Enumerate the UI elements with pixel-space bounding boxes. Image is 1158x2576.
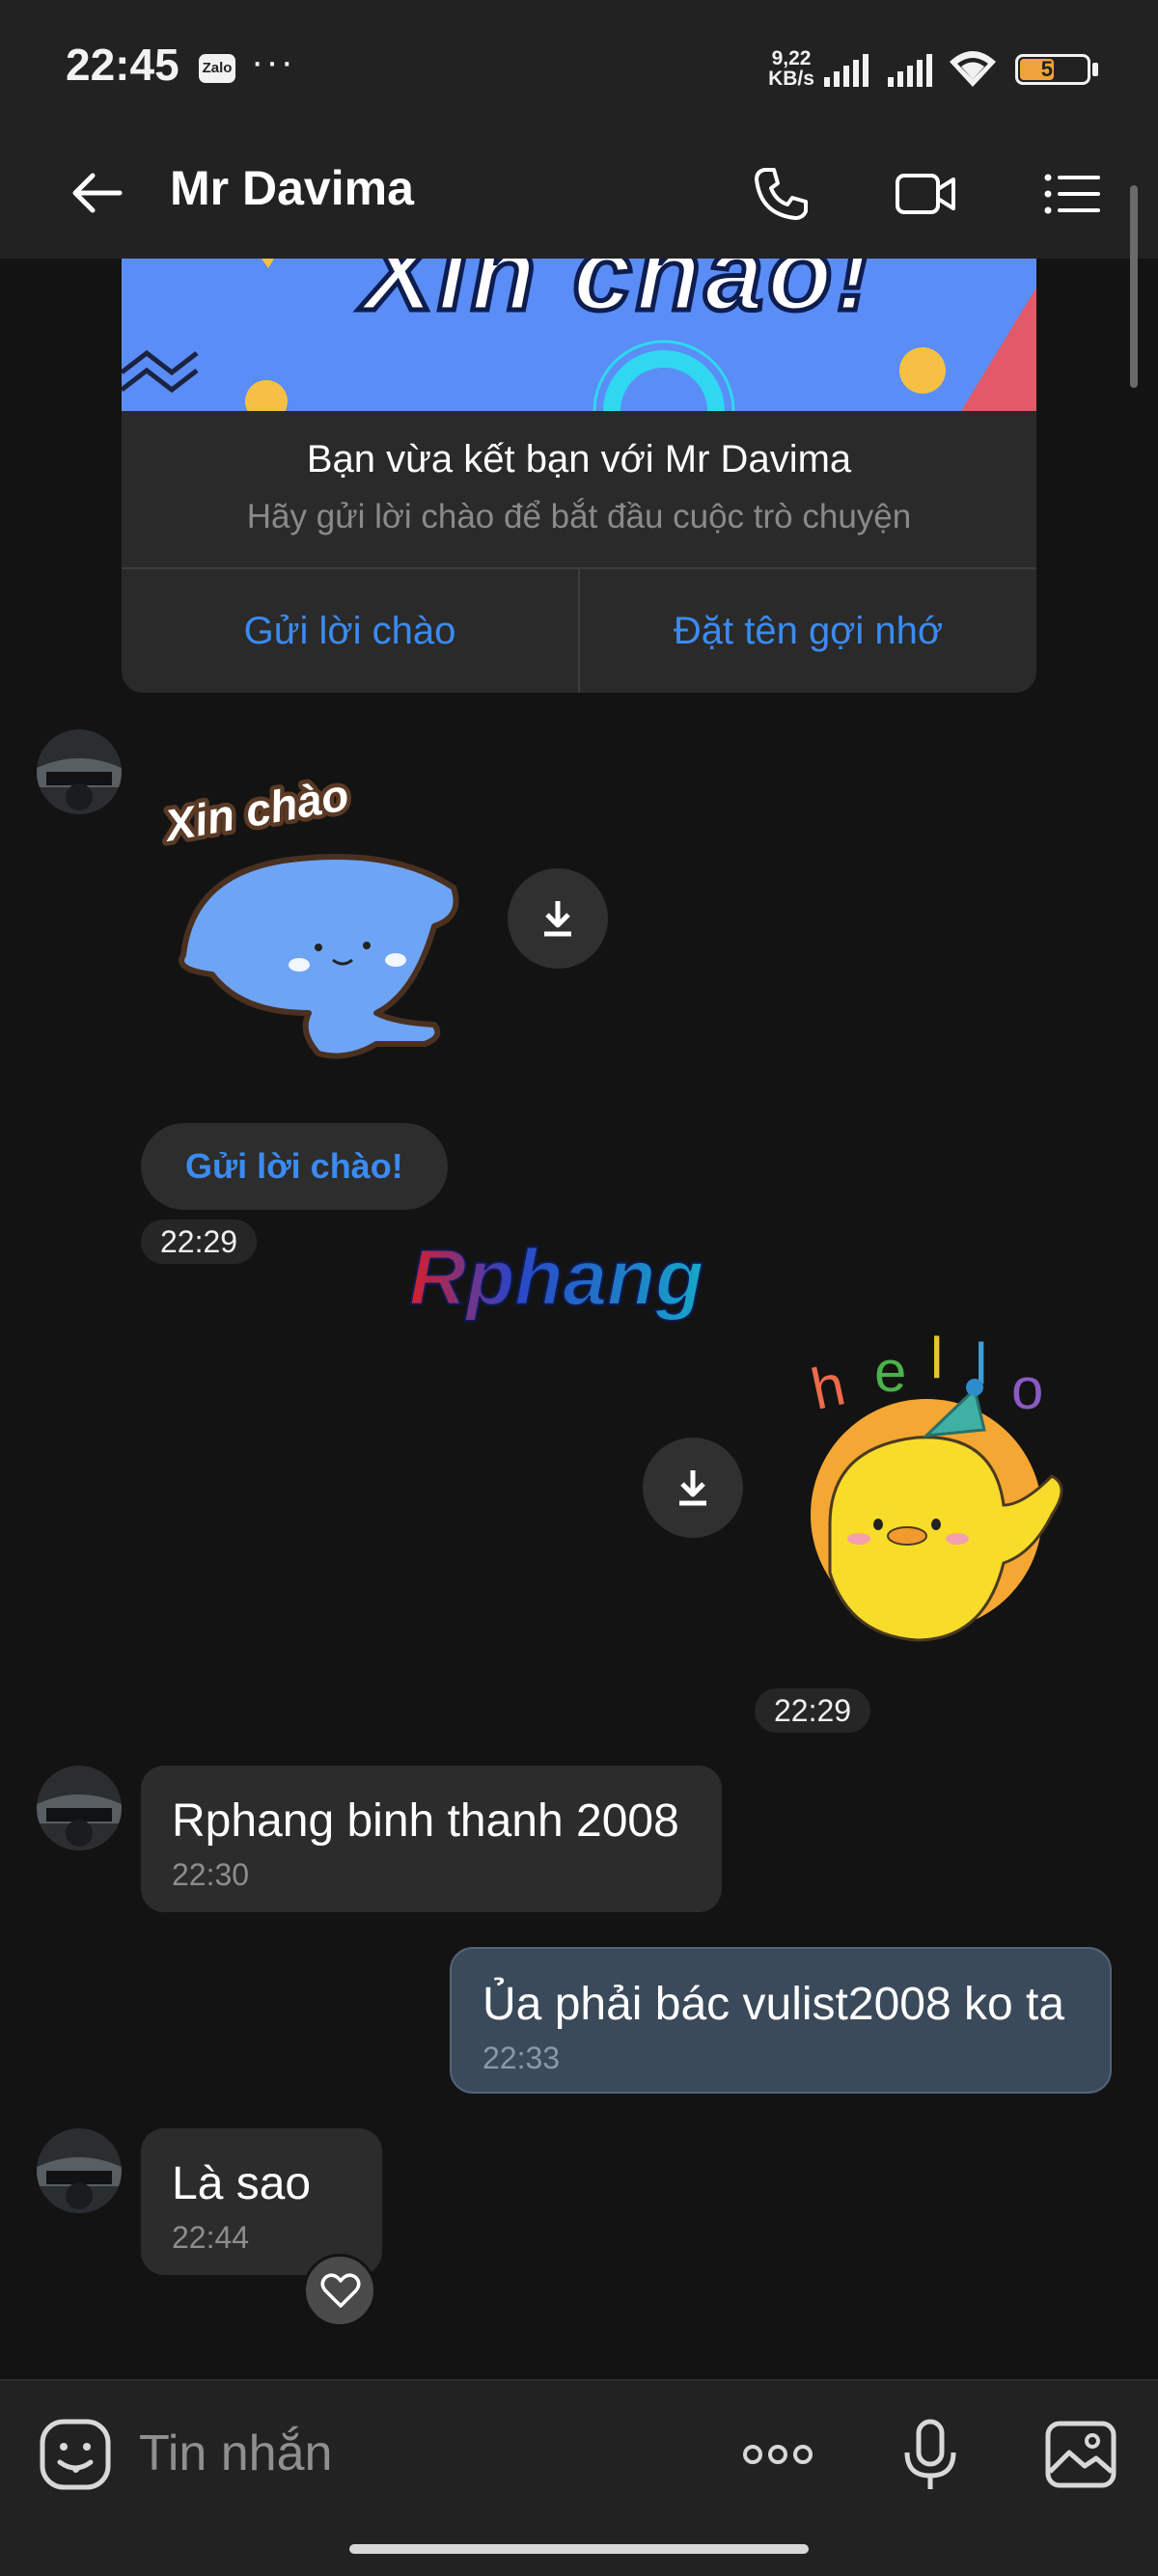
contact-name[interactable]: Mr Davima — [170, 160, 414, 216]
sticker-timestamp: 22:29 — [141, 1219, 258, 1264]
message-bubble-incoming-2[interactable]: Là sao 22:44 — [141, 2128, 382, 2275]
battery-level: 51 — [1040, 57, 1065, 81]
card-title: Bạn vừa kết bạn với Mr Davima — [306, 438, 852, 480]
message-bubble-outgoing[interactable]: Ủa phải bác vulist2008 ko ta 22:33 — [450, 1947, 1112, 2094]
network-speed-unit: KB/s — [768, 68, 814, 90]
video-call-icon[interactable] — [892, 160, 959, 228]
hello-chick-sticker[interactable]: h e l l o — [791, 1322, 1100, 1650]
send-greeting-button[interactable]: Gửi lời chào — [122, 569, 578, 693]
battery-icon: 51 — [1015, 54, 1090, 85]
sticker-timestamp-2: 22:29 — [755, 1688, 871, 1733]
status-time: 22:45 — [66, 40, 179, 90]
message-text: Là sao — [172, 2158, 312, 2209]
friend-welcome-card: Xin chào! Bạn vừa kết bạn với Mr Davima … — [122, 259, 1036, 693]
welcome-banner: Xin chào! — [122, 259, 1036, 411]
banner-decoration — [122, 259, 1036, 411]
message-time: 22:44 — [172, 2220, 250, 2255]
signal-strength-icon-2 — [888, 54, 932, 87]
contact-avatar-3[interactable] — [37, 2128, 122, 2213]
heart-icon — [320, 2273, 361, 2308]
message-time: 22:30 — [172, 1857, 250, 1892]
rphang-watermark-logo: Rphang — [408, 1235, 704, 1323]
chat-header: Mr Davima — [0, 135, 1158, 259]
more-notifications-icon: ··· — [251, 41, 295, 83]
message-bubble-incoming[interactable]: Rphang binh thanh 2008 22:30 — [141, 1766, 722, 1912]
download-sticker-button[interactable] — [508, 868, 608, 969]
set-nickname-button[interactable]: Đặt tên gợi nhớ — [580, 569, 1036, 693]
microphone-icon[interactable] — [892, 2416, 969, 2493]
message-input[interactable] — [139, 2420, 679, 2487]
watermark-text: Rphang — [409, 1235, 703, 1322]
download-icon — [544, 901, 571, 937]
sticker-letter-h: h — [806, 1352, 851, 1421]
message-time: 22:33 — [482, 2041, 561, 2075]
sticker-caption: Xin chào — [158, 772, 352, 851]
scrollbar[interactable] — [1130, 185, 1138, 388]
contact-avatar-2[interactable] — [37, 1766, 122, 1850]
message-text: Ủa phải bác vulist2008 ko ta — [482, 1979, 1065, 2030]
card-subtitle: Hãy gửi lời chào để bắt đầu cuộc trò chu… — [246, 498, 912, 535]
wifi-icon — [950, 51, 996, 87]
download-icon — [679, 1470, 706, 1506]
zalo-notification-icon: Zalo — [199, 54, 235, 83]
home-indicator[interactable] — [349, 2544, 809, 2554]
image-gallery-icon[interactable] — [1042, 2416, 1119, 2493]
status-bar: 22:45 Zalo ··· 9,22 KB/s 51 — [0, 0, 1158, 135]
more-options-icon[interactable] — [739, 2416, 816, 2493]
sticker-letter-l1: l — [930, 1326, 943, 1390]
network-speed-value: 9,22 — [771, 47, 812, 69]
hello-suggestion-pill[interactable]: Gửi lời chào! — [141, 1123, 448, 1210]
react-heart-button[interactable] — [303, 2254, 376, 2327]
download-sticker-button-2[interactable] — [643, 1438, 743, 1538]
sticker-letter-e: e — [874, 1339, 906, 1404]
battery-tip — [1092, 63, 1098, 76]
back-arrow-icon[interactable] — [68, 164, 125, 222]
contact-avatar[interactable] — [37, 729, 122, 814]
hello-cat-sticker[interactable]: Xin chào — [154, 772, 473, 1071]
network-speed: 9,22 KB/s — [762, 48, 820, 89]
signal-strength-icon — [824, 54, 868, 87]
sticker-letter-o: o — [1011, 1357, 1043, 1421]
emoji-sticker-icon[interactable] — [37, 2416, 114, 2493]
message-text: Rphang binh thanh 2008 — [172, 1795, 679, 1847]
menu-list-icon[interactable] — [1038, 160, 1106, 228]
phone-icon[interactable] — [747, 160, 814, 228]
